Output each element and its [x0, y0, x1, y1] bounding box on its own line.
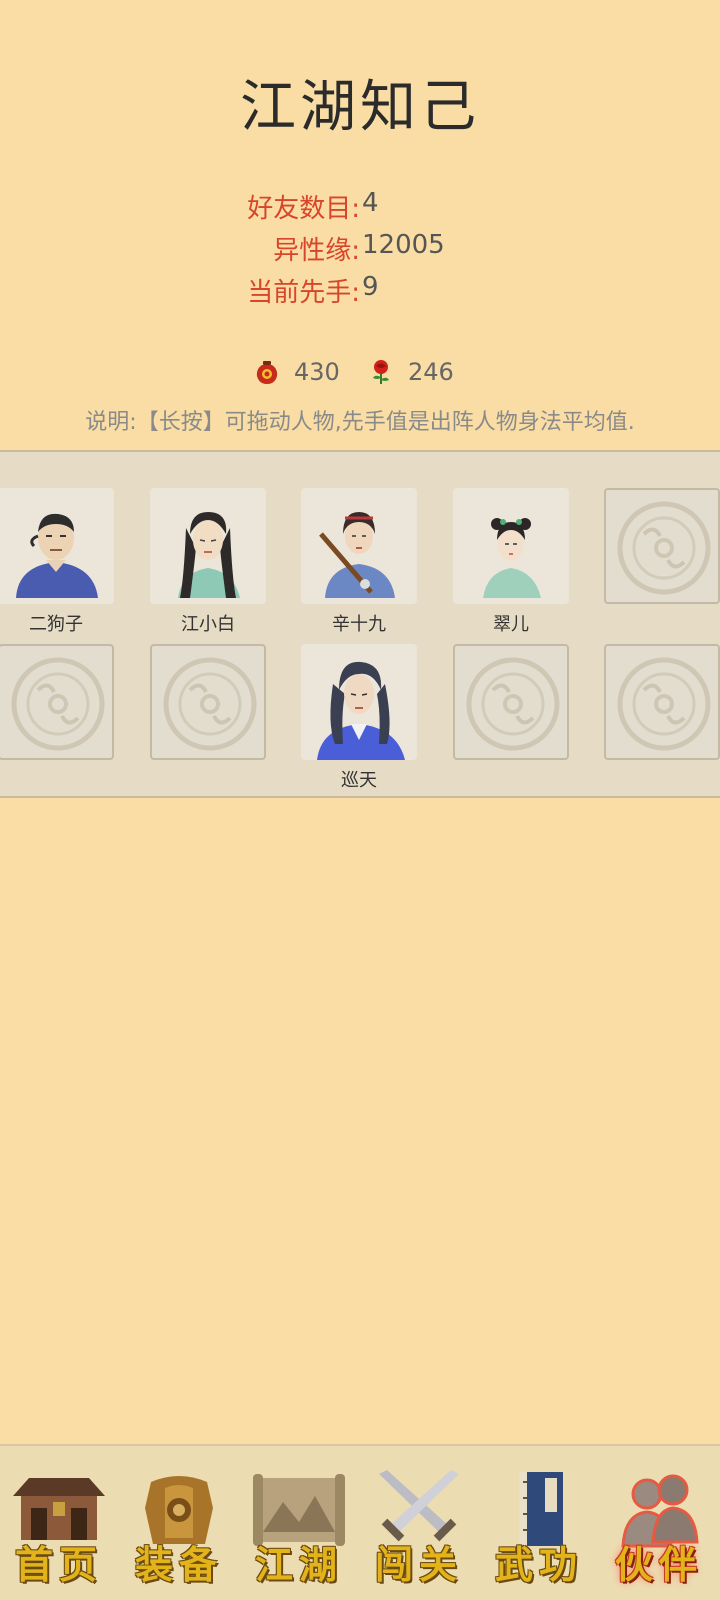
nav-label: 闯关: [374, 1542, 463, 1587]
nav-label: 武功: [494, 1542, 583, 1587]
nav-jianghu[interactable]: 江湖: [240, 1468, 358, 1592]
portrait-frame: [150, 644, 266, 760]
bronze-seal-icon: [466, 657, 560, 751]
companion-slot[interactable]: 江小白: [150, 488, 266, 635]
nav-label: 首页: [14, 1542, 103, 1587]
stat-value: 12005: [362, 230, 445, 260]
wine-jar-icon: [256, 361, 278, 384]
companion-name: 二狗子: [29, 614, 83, 635]
portrait-frame: [150, 488, 266, 604]
nav-label: 伙伴: [614, 1542, 703, 1587]
companion-roster: 二狗子 江小白 辛十九 翠儿 巡天: [0, 450, 720, 798]
portrait-frame: [453, 488, 569, 604]
companion-name: 江小白: [181, 614, 235, 635]
nav-home[interactable]: 首页: [0, 1468, 118, 1592]
currency-bar: 430 246: [0, 358, 720, 394]
bronze-seal-icon: [617, 501, 711, 595]
wine-currency: 430: [254, 358, 340, 386]
companion-slot[interactable]: 辛十九: [301, 488, 417, 635]
portrait-frame: [604, 488, 720, 604]
portrait-frame: [604, 644, 720, 760]
portrait-xinshijiu: [319, 512, 395, 598]
stat-label: 当前先手:: [247, 278, 360, 308]
nav-label: 装备: [134, 1542, 223, 1587]
nav-label: 江湖: [254, 1542, 343, 1587]
bottom-nav: 首页 装备 江湖 闯关 武功 伙伴: [0, 1444, 720, 1600]
portrait-frame: [301, 488, 417, 604]
stat-value: 9: [362, 272, 379, 302]
stat-value: 4: [362, 188, 379, 218]
portrait-frame: [301, 644, 417, 760]
companion-name: 巡天: [341, 770, 377, 791]
portrait-frame: [0, 488, 114, 604]
nav-challenge[interactable]: 闯关: [360, 1468, 478, 1592]
nav-companions[interactable]: 伙伴: [600, 1468, 718, 1592]
companion-slot[interactable]: 翠儿: [453, 488, 569, 635]
bronze-seal-icon: [11, 657, 105, 751]
portrait-frame: [0, 644, 114, 760]
empty-slot[interactable]: [453, 644, 569, 760]
rose-count: 246: [408, 358, 454, 386]
instruction-note: 说明:【长按】可拖动人物,先手值是出阵人物身法平均值.: [85, 410, 635, 435]
stat-label: 异性缘:: [273, 236, 360, 266]
stat-friend-count: 好友数目: 4: [0, 188, 720, 228]
companion-slot[interactable]: 二狗子: [0, 488, 114, 635]
empty-slot[interactable]: [604, 488, 720, 604]
empty-slot[interactable]: [150, 644, 266, 760]
portrait-cuier: [483, 518, 541, 598]
page-title: 江湖知己: [240, 75, 480, 140]
nav-equipment[interactable]: 装备: [120, 1468, 238, 1592]
nav-martial-arts[interactable]: 武功: [480, 1468, 598, 1592]
companion-name: 辛十九: [332, 614, 386, 635]
stat-charm: 异性缘: 12005: [0, 230, 720, 270]
portrait-xuntian: [317, 661, 405, 760]
rose-icon: [373, 360, 389, 384]
companion-name: 翠儿: [493, 614, 529, 635]
portrait-jiangxiaobai: [178, 512, 240, 598]
stat-label: 好友数目:: [247, 194, 360, 224]
companion-slot[interactable]: 巡天: [301, 644, 417, 791]
bronze-seal-icon: [617, 657, 711, 751]
stat-initiative: 当前先手: 9: [0, 272, 720, 312]
portrait-frame: [453, 644, 569, 760]
empty-slot[interactable]: [0, 644, 114, 760]
rose-currency: 246: [368, 358, 454, 386]
bronze-seal-icon: [163, 657, 257, 751]
empty-slot[interactable]: [604, 644, 720, 760]
wine-count: 430: [294, 358, 340, 386]
portrait-ergouzi: [16, 513, 98, 598]
